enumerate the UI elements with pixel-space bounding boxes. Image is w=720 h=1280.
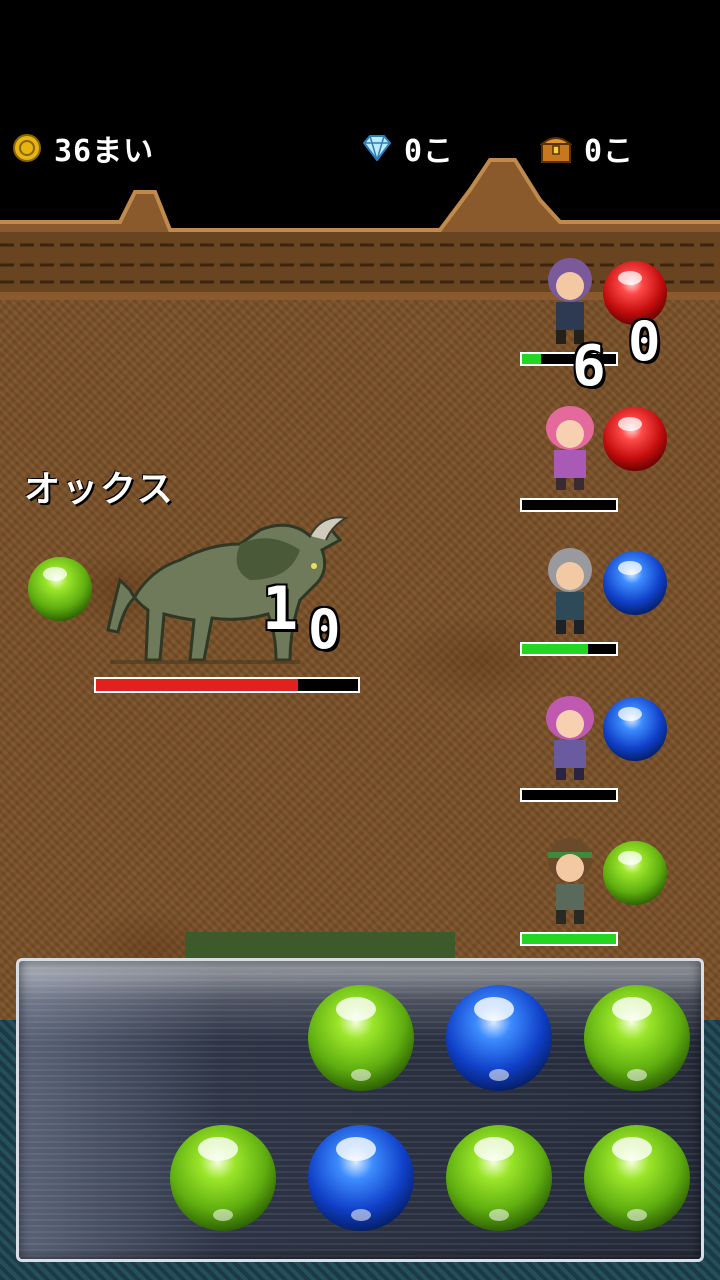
enemy-element-orb bbox=[28, 557, 92, 621]
gem-counter: 0こ bbox=[362, 128, 455, 169]
hero-5-element-orb bbox=[603, 841, 667, 905]
hero-2-sprite bbox=[546, 406, 594, 490]
gem-count: 0こ bbox=[404, 134, 455, 169]
hero-3-hp-bar bbox=[520, 642, 618, 656]
hero-2-hp-bar bbox=[520, 498, 618, 512]
orb-r2-c4[interactable] bbox=[444, 1123, 554, 1233]
party-damage-digit-1: 6 bbox=[572, 334, 606, 399]
chest-count: 0こ bbox=[584, 134, 635, 169]
hero-3-sprite bbox=[548, 548, 592, 634]
gold-coin-icon bbox=[13, 134, 41, 162]
orb-r2-c5[interactable] bbox=[582, 1123, 692, 1233]
orb-r1-c3[interactable] bbox=[306, 983, 416, 1093]
diamond-icon bbox=[362, 135, 392, 161]
enemy-damage-digit-2: 0 bbox=[308, 598, 341, 661]
hero-4-sprite bbox=[546, 696, 594, 780]
party-member-5[interactable] bbox=[520, 830, 680, 950]
hero-3-hp-fill bbox=[522, 644, 588, 654]
treasure-chest-icon bbox=[540, 137, 572, 163]
hero-3-element-orb bbox=[603, 551, 667, 615]
hero-4-hp-bar bbox=[520, 788, 618, 802]
hero-5-sprite bbox=[548, 838, 592, 924]
chest-counter: 0こ bbox=[540, 128, 635, 169]
orb-r1-c4[interactable] bbox=[444, 983, 554, 1093]
hero-5-hp-bar bbox=[520, 932, 618, 946]
party-damage-digit-2: 0 bbox=[628, 310, 661, 373]
orb-r1-c5[interactable] bbox=[582, 983, 692, 1093]
grass-patch bbox=[185, 932, 455, 960]
enemy-damage-digit-1: 1 bbox=[262, 574, 299, 644]
hero-2-element-orb bbox=[603, 407, 667, 471]
orb-r2-c3[interactable] bbox=[306, 1123, 416, 1233]
party-member-4[interactable] bbox=[520, 686, 680, 806]
enemy-name: オックス bbox=[24, 469, 175, 510]
hero-1-hp-fill bbox=[522, 354, 541, 364]
hero-4-element-orb bbox=[603, 697, 667, 761]
enemy-hp-fill bbox=[96, 679, 298, 691]
orb-r2-c2[interactable] bbox=[168, 1123, 278, 1233]
hero-5-hp-fill bbox=[522, 934, 616, 944]
orb-board-panel bbox=[16, 958, 704, 1262]
coin-counter: 36まい bbox=[12, 128, 155, 169]
party-member-2[interactable] bbox=[520, 396, 680, 516]
coin-count: 36まい bbox=[54, 134, 155, 169]
enemy-hp-bar bbox=[94, 677, 360, 693]
party-member-3[interactable] bbox=[520, 540, 680, 660]
